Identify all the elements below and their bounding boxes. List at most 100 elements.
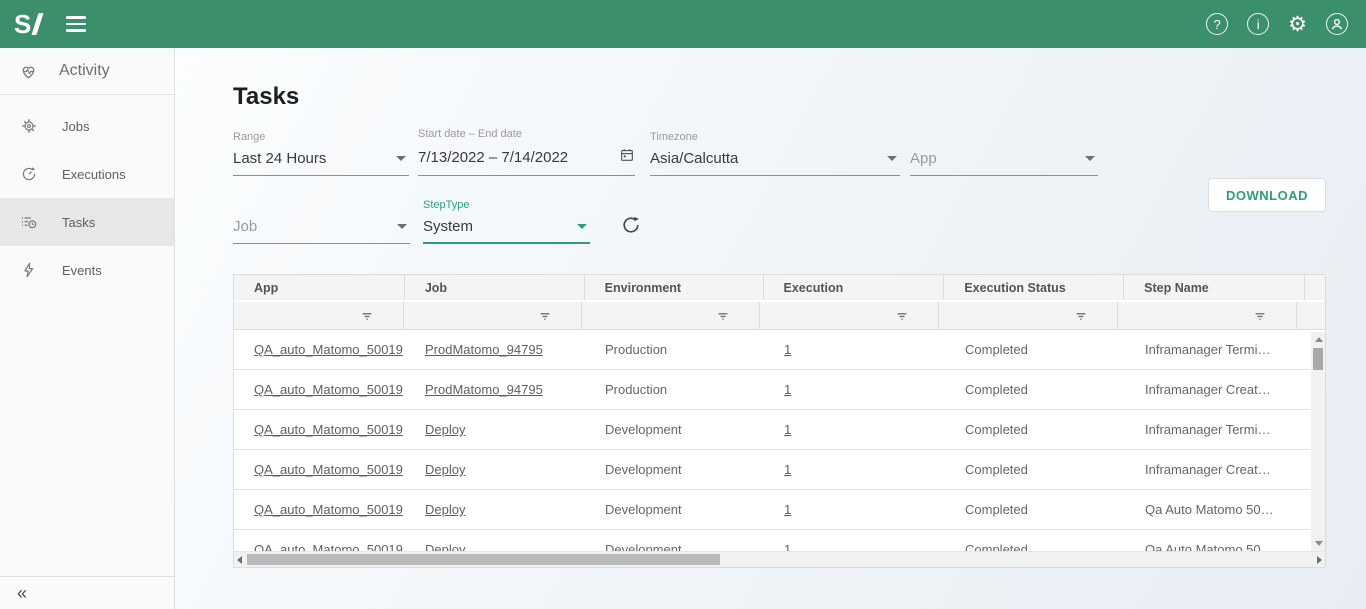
- chevron-down-icon: [577, 224, 587, 229]
- environment-cell: Production: [585, 382, 764, 397]
- chevron-down-icon: [396, 156, 406, 161]
- scroll-left-icon[interactable]: [237, 556, 242, 564]
- filter-environment[interactable]: [582, 302, 760, 329]
- sidebar-item-executions[interactable]: Executions: [0, 150, 174, 198]
- filter-job[interactable]: [404, 302, 582, 329]
- column-header-spacer: [1305, 275, 1325, 300]
- execution-link[interactable]: 1: [784, 382, 791, 397]
- step-name-cell: Inframanager Creat…: [1125, 382, 1306, 397]
- range-select[interactable]: Range Last 24 Hours: [233, 131, 409, 176]
- jobs-cog-icon: [20, 117, 39, 136]
- app-placeholder: App: [910, 150, 937, 167]
- execution-link[interactable]: 1: [784, 342, 791, 357]
- horizontal-scroll-thumb[interactable]: [247, 554, 720, 565]
- sidebar-collapse-button[interactable]: «: [0, 576, 174, 609]
- menu-hamburger-icon[interactable]: [66, 16, 86, 32]
- account-icon[interactable]: [1326, 13, 1348, 35]
- app-link[interactable]: QA_auto_Matomo_50019: [254, 382, 403, 397]
- execution-link[interactable]: 1: [784, 462, 791, 477]
- tasks-list-icon: [20, 213, 39, 232]
- timezone-label: Timezone: [650, 131, 900, 145]
- chevron-down-icon: [397, 224, 407, 229]
- table-row: QA_auto_Matomo_50019 Deploy Development …: [234, 410, 1311, 450]
- chevron-down-icon: [1085, 156, 1095, 161]
- filter-execution-status[interactable]: [939, 302, 1117, 329]
- scroll-up-icon[interactable]: [1315, 337, 1323, 342]
- app-link[interactable]: QA_auto_Matomo_50019: [254, 462, 403, 477]
- executions-gauge-icon: [20, 165, 39, 184]
- range-value: Last 24 Hours: [233, 150, 326, 167]
- environment-cell: Development: [585, 462, 764, 477]
- scroll-down-icon[interactable]: [1315, 541, 1323, 546]
- logo-letter: S: [14, 11, 31, 37]
- sidebar-item-label: Executions: [62, 167, 126, 182]
- app-link[interactable]: QA_auto_Matomo_50019: [254, 502, 403, 517]
- job-placeholder: Job: [233, 218, 257, 235]
- sidebar-item-label: Tasks: [62, 215, 95, 230]
- info-icon[interactable]: i: [1247, 13, 1269, 35]
- horizontal-scrollbar[interactable]: [234, 551, 1325, 567]
- status-cell: Completed: [945, 422, 1125, 437]
- help-icon[interactable]: ?: [1206, 13, 1228, 35]
- timezone-select[interactable]: Timezone Asia/Calcutta: [650, 131, 900, 176]
- sidebar-item-events[interactable]: Events: [0, 246, 174, 294]
- heart-pulse-icon: [19, 62, 38, 81]
- filter-spacer: [1297, 302, 1325, 329]
- execution-link[interactable]: 1: [784, 422, 791, 437]
- chevron-down-icon: [887, 156, 897, 161]
- column-header-execution-status[interactable]: Execution Status: [944, 275, 1124, 300]
- column-header-execution[interactable]: Execution: [764, 275, 945, 300]
- refresh-icon[interactable]: [620, 214, 642, 241]
- date-range-input[interactable]: Start date – End date 7/13/2022 – 7/14/2…: [418, 128, 635, 176]
- calendar-icon[interactable]: [619, 147, 635, 167]
- job-link[interactable]: Deploy: [425, 462, 465, 477]
- topbar-icon-group: ? i ⚙: [1206, 13, 1348, 35]
- sidebar-item-label: Events: [62, 263, 102, 278]
- filter-execution[interactable]: [760, 302, 939, 329]
- download-button[interactable]: DOWNLOAD: [1208, 178, 1326, 212]
- app-link[interactable]: QA_auto_Matomo_50019: [254, 342, 403, 357]
- step-name-cell: Qa Auto Matomo 50…: [1125, 502, 1306, 517]
- steptype-select[interactable]: StepType System: [423, 199, 590, 244]
- range-label: Range: [233, 131, 409, 145]
- job-link[interactable]: ProdMatomo_94795: [425, 342, 543, 357]
- job-link[interactable]: Deploy: [425, 502, 465, 517]
- sidebar-section-activity[interactable]: Activity: [0, 48, 174, 95]
- sidebar-item-tasks[interactable]: Tasks: [0, 198, 174, 246]
- column-header-step-name[interactable]: Step Name: [1124, 275, 1305, 300]
- column-header-environment[interactable]: Environment: [585, 275, 764, 300]
- events-bolt-icon: [20, 261, 39, 280]
- table-filter-row: [234, 302, 1325, 330]
- app-logo[interactable]: S: [14, 11, 40, 37]
- logo-slash-mark: [32, 13, 44, 35]
- filter-step-name[interactable]: [1118, 302, 1297, 329]
- table-row: QA_auto_Matomo_50019 ProdMatomo_94795 Pr…: [234, 330, 1311, 370]
- column-header-app[interactable]: App: [234, 275, 405, 300]
- status-cell: Completed: [945, 502, 1125, 517]
- job-link[interactable]: Deploy: [425, 422, 465, 437]
- filter-app[interactable]: [234, 302, 404, 329]
- status-cell: Completed: [945, 462, 1125, 477]
- page-title: Tasks: [233, 48, 1366, 111]
- app-select[interactable]: App: [910, 131, 1098, 176]
- vertical-scroll-thumb[interactable]: [1313, 348, 1323, 370]
- scroll-right-icon[interactable]: [1317, 556, 1322, 564]
- settings-gear-icon[interactable]: ⚙: [1288, 14, 1307, 35]
- job-select[interactable]: Job: [233, 218, 410, 244]
- job-link[interactable]: ProdMatomo_94795: [425, 382, 543, 397]
- vertical-scrollbar[interactable]: [1311, 332, 1325, 551]
- execution-link[interactable]: 1: [784, 502, 791, 517]
- column-header-job[interactable]: Job: [405, 275, 585, 300]
- date-range-label: Start date – End date: [418, 128, 635, 142]
- table-header-row: App Job Environment Execution Execution …: [234, 275, 1325, 302]
- timezone-value: Asia/Calcutta: [650, 150, 738, 167]
- table-row: QA_auto_Matomo_50019 ProdMatomo_94795 Pr…: [234, 370, 1311, 410]
- table-row: QA_auto_Matomo_50019 Deploy Development …: [234, 490, 1311, 530]
- app-link[interactable]: QA_auto_Matomo_50019: [254, 422, 403, 437]
- date-range-value: 7/13/2022 – 7/14/2022: [418, 149, 568, 166]
- app-label-spacer: [910, 131, 1098, 145]
- sidebar-section-label: Activity: [59, 62, 110, 80]
- environment-cell: Development: [585, 422, 764, 437]
- sidebar-item-label: Jobs: [62, 119, 89, 134]
- sidebar-item-jobs[interactable]: Jobs: [0, 102, 174, 150]
